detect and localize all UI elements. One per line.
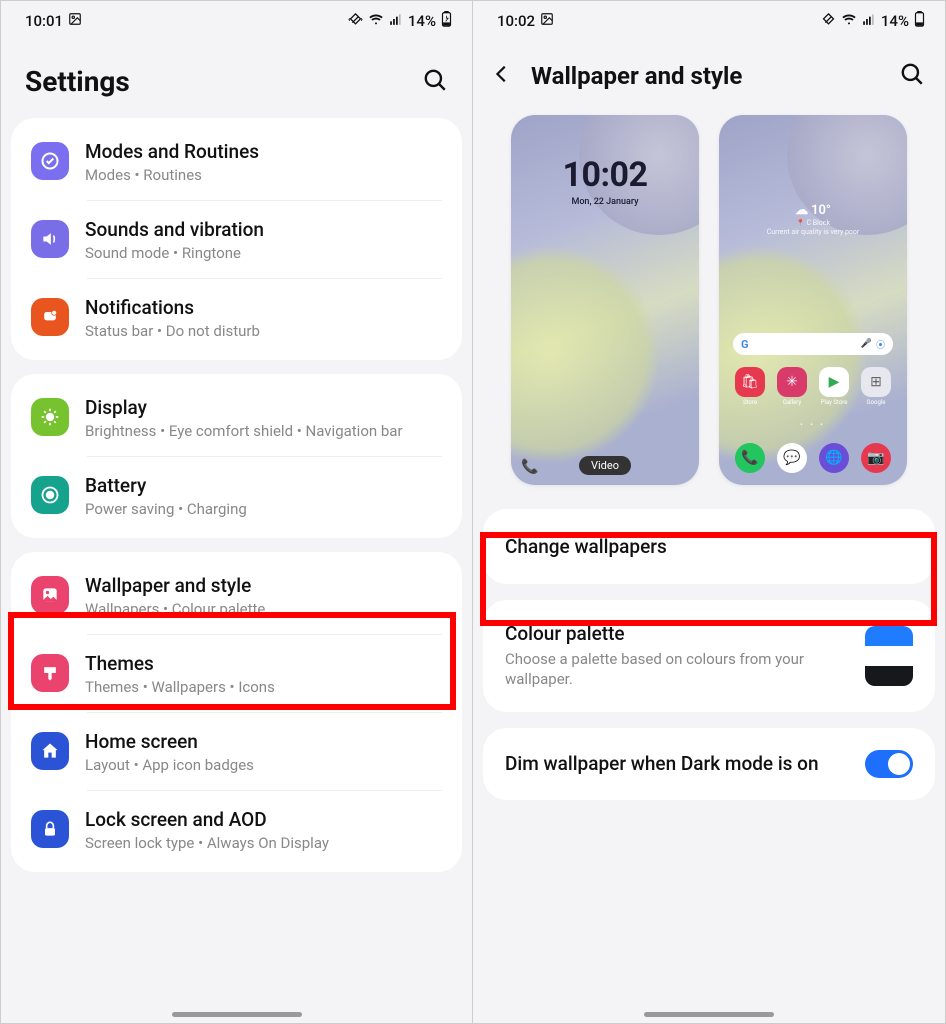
wallpaper-header: Wallpaper and style: [473, 35, 945, 107]
change-wallpapers-card[interactable]: Change wallpapers: [483, 509, 935, 584]
item-title: Modes and Routines: [85, 140, 442, 163]
card-title: Change wallpapers: [505, 535, 913, 558]
settings-item-homescreen[interactable]: Home screen Layout • App icon badges: [11, 712, 462, 790]
nav-indicator: [172, 1012, 302, 1017]
back-button[interactable]: [491, 63, 513, 89]
dim-toggle[interactable]: [865, 750, 913, 778]
item-subtitle: Brightness • Eye comfort shield • Naviga…: [85, 422, 442, 440]
search-icon[interactable]: [899, 61, 925, 91]
video-badge: Video: [579, 456, 631, 475]
item-subtitle: Status bar • Do not disturb: [85, 322, 442, 340]
picture-icon: [68, 12, 82, 30]
settings-screen: 10:01 14% Settings: [1, 1, 473, 1023]
settings-header: Settings: [1, 35, 472, 118]
search-icon[interactable]: [422, 67, 448, 97]
battery-icon: [441, 11, 452, 31]
status-bar: 10:02 14%: [473, 1, 945, 35]
item-subtitle: Modes • Routines: [85, 166, 442, 184]
signal-icon: [389, 12, 403, 30]
battery-icon: [914, 11, 925, 31]
battery-percent: 14%: [881, 12, 909, 30]
nav-indicator: [644, 1012, 774, 1017]
sun-icon: [31, 398, 69, 436]
settings-item-themes[interactable]: Themes Themes • Wallpapers • Icons: [11, 634, 462, 712]
card-title: Dim wallpaper when Dark mode is on: [505, 751, 851, 777]
home-icon: [31, 732, 69, 770]
signal-icon: [862, 12, 876, 30]
picture-icon: [31, 576, 69, 614]
bell-icon: [31, 298, 69, 336]
page-title: Wallpaper and style: [531, 62, 742, 90]
settings-item-battery[interactable]: Battery Power saving • Charging: [11, 456, 462, 534]
wallpaper-style-screen: 10:02 14% Wallpaper and: [473, 1, 945, 1023]
settings-item-modes[interactable]: Modes and Routines Modes • Routines: [11, 122, 462, 200]
item-title: Notifications: [85, 296, 442, 319]
item-title: Lock screen and AOD: [85, 808, 442, 831]
palette-preview-icon: [865, 626, 913, 686]
lockscreen-preview[interactable]: 10:02 Mon, 22 January 📞 Video: [511, 115, 699, 485]
settings-group: Display Brightness • Eye comfort shield …: [11, 374, 462, 538]
preview-clock: 10:02: [511, 155, 699, 195]
colour-palette-card[interactable]: Colour palette Choose a palette based on…: [483, 600, 935, 712]
dim-wallpaper-card[interactable]: Dim wallpaper when Dark mode is on: [483, 728, 935, 800]
item-title: Wallpaper and style: [85, 574, 442, 597]
homescreen-preview[interactable]: ☁10° 📍 C Block Current air quality is ve…: [719, 115, 907, 485]
weather-widget: ☁10° 📍 C Block Current air quality is ve…: [719, 203, 907, 237]
status-time: 10:01: [25, 12, 63, 30]
google-search-bar: G 🎤⦿: [733, 333, 893, 355]
settings-item-notifications[interactable]: Notifications Status bar • Do not distur…: [11, 278, 462, 356]
item-subtitle: Themes • Wallpapers • Icons: [85, 678, 442, 696]
item-subtitle: Layout • App icon badges: [85, 756, 442, 774]
item-title: Sounds and vibration: [85, 218, 442, 241]
settings-item-sounds[interactable]: Sounds and vibration Sound mode • Ringto…: [11, 200, 462, 278]
wifi-icon: [368, 11, 384, 31]
preview-date: Mon, 22 January: [511, 197, 699, 207]
settings-item-lockscreen[interactable]: Lock screen and AOD Screen lock type • A…: [11, 790, 462, 868]
vibrate-icon: [821, 12, 836, 31]
item-title: Display: [85, 396, 442, 419]
card-title: Colour palette: [505, 622, 851, 645]
settings-group: Modes and Routines Modes • Routines Soun…: [11, 118, 462, 360]
settings-item-wallpaper[interactable]: Wallpaper and style Wallpapers • Colour …: [11, 556, 462, 634]
page-title: Settings: [25, 65, 130, 98]
battery-icon: [31, 476, 69, 514]
dock-row: 📞 💬 🌐 📷: [719, 443, 907, 473]
card-subtitle: Choose a palette based on colours from y…: [505, 649, 851, 690]
speaker-icon: [31, 220, 69, 258]
status-time: 10:02: [497, 12, 535, 30]
item-subtitle: Power saving • Charging: [85, 500, 442, 518]
settings-group: Wallpaper and style Wallpapers • Colour …: [11, 552, 462, 872]
wallpaper-previews: 10:02 Mon, 22 January 📞 Video ☁10° 📍 C B…: [473, 107, 945, 509]
item-subtitle: Screen lock type • Always On Display: [85, 834, 442, 852]
settings-item-display[interactable]: Display Brightness • Eye comfort shield …: [11, 378, 462, 456]
vibrate-icon: [348, 12, 363, 31]
battery-percent: 14%: [408, 12, 436, 30]
check-circle-icon: [31, 142, 69, 180]
lock-icon: [31, 810, 69, 848]
item-title: Home screen: [85, 730, 442, 753]
wifi-icon: [841, 11, 857, 31]
item-subtitle: Wallpapers • Colour palette: [85, 600, 442, 618]
brush-icon: [31, 654, 69, 692]
item-subtitle: Sound mode • Ringtone: [85, 244, 442, 262]
status-bar: 10:01 14%: [1, 1, 472, 35]
item-title: Themes: [85, 652, 442, 675]
app-row: 🛍Store ✳Gallery ▶Play Store ⊞Google: [719, 367, 907, 406]
picture-icon: [540, 12, 554, 30]
page-dots: • • •: [719, 421, 907, 429]
item-title: Battery: [85, 474, 442, 497]
phone-icon: 📞: [521, 459, 538, 475]
